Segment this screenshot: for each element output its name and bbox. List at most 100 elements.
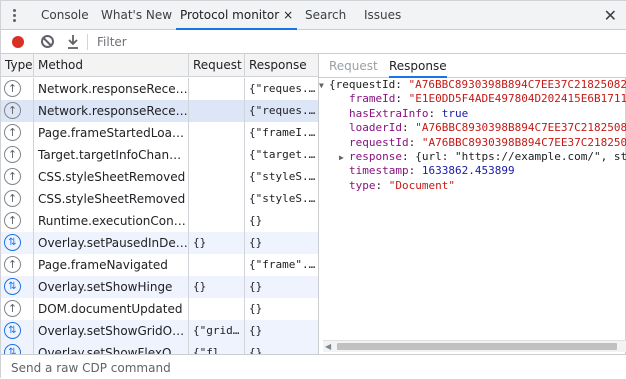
table-row[interactable]: CSS.styleSheetRemoved {"styleS... bbox=[1, 188, 318, 210]
protocol-toolbar bbox=[1, 30, 626, 54]
request-cell: {} bbox=[189, 232, 245, 254]
property-key: response bbox=[349, 149, 402, 163]
response-cell: {"frame"... bbox=[249, 258, 318, 271]
table-row[interactable]: Page.frameStartedLoading {"frameI... bbox=[1, 122, 318, 144]
request-cell bbox=[189, 210, 245, 232]
tab-search[interactable]: Search bbox=[305, 1, 346, 30]
table-row[interactable]: Overlay.setPausedInDebu...{}{} bbox=[1, 232, 318, 254]
tab-label: Search bbox=[305, 8, 347, 22]
expand-triangle-icon[interactable]: ▼ bbox=[319, 79, 329, 93]
table-row[interactable]: Runtime.executionContext... {} bbox=[1, 210, 318, 232]
response-cell: {} bbox=[249, 346, 263, 354]
incoming-arrow-icon bbox=[4, 124, 21, 141]
tab-whats-new[interactable]: What's New bbox=[101, 1, 172, 30]
type-cell bbox=[1, 166, 34, 188]
type-cell bbox=[1, 342, 34, 354]
table-row[interactable]: Target.targetInfoChanged {"target... bbox=[1, 144, 318, 166]
clear-icon[interactable] bbox=[41, 35, 54, 48]
tree-root[interactable]: ▼ {requestId: "A76BBC8930398B894C7EE37C21… bbox=[319, 78, 626, 92]
request-cell bbox=[189, 298, 245, 320]
devtools-window: Console What's New Protocol monitor × Sea… bbox=[0, 0, 626, 379]
type-cell bbox=[1, 210, 34, 232]
method-cell: Runtime.executionContext... bbox=[34, 210, 189, 232]
tree-property: timestamp: 1633862.453899 bbox=[319, 164, 626, 178]
response-cell: {} bbox=[249, 236, 263, 249]
tree-property: type: "Document" bbox=[319, 179, 626, 193]
method-cell: Overlay.setPausedInDebu... bbox=[34, 232, 189, 254]
method-cell: Network.responseReceive... bbox=[34, 78, 189, 100]
type-cell bbox=[1, 320, 34, 342]
table-row[interactable]: Network.responseReceive... {"reques... bbox=[1, 78, 318, 100]
tab-protocol-monitor[interactable]: Protocol monitor × bbox=[176, 1, 298, 30]
tree-property: loaderId: "A76BBC8930398B894C7EE37C21825… bbox=[319, 121, 626, 135]
incoming-arrow-icon bbox=[4, 212, 21, 229]
property-key: frameId bbox=[349, 92, 396, 106]
property-value: true bbox=[441, 106, 469, 120]
table-row[interactable]: Overlay.setShowGridOverl...{"grid... {} bbox=[1, 320, 318, 342]
tree-property[interactable]: ▶ response: {url: "https://example.com/",… bbox=[319, 150, 626, 164]
incoming-arrow-icon bbox=[4, 256, 21, 273]
detail-tabs: Request Response bbox=[319, 54, 626, 78]
scroll-left-icon[interactable]: ◀ bbox=[325, 342, 331, 351]
method-cell: Overlay.setShowHinge bbox=[34, 276, 189, 298]
request-cell bbox=[189, 100, 245, 122]
method-cell: DOM.documentUpdated bbox=[34, 298, 189, 320]
tree-property: frameId: "E1E0DD5F4ADE497804D202415E6B17… bbox=[319, 92, 626, 106]
property-colon: : bbox=[408, 164, 422, 178]
tab-label: Console bbox=[41, 8, 89, 22]
property-colon: : bbox=[375, 178, 389, 192]
protocol-table: Type Method Request Response Network.res… bbox=[1, 54, 318, 354]
filter-input[interactable] bbox=[95, 33, 295, 51]
incoming-arrow-icon bbox=[4, 80, 21, 97]
response-cell: {} bbox=[249, 214, 263, 227]
table-row[interactable]: Overlay.setShowHinge{}{} bbox=[1, 276, 318, 298]
more-options-icon[interactable] bbox=[1, 1, 27, 30]
table-row[interactable]: DOM.documentUpdated {} bbox=[1, 298, 318, 320]
tab-close-icon[interactable]: × bbox=[283, 8, 293, 22]
request-cell bbox=[189, 122, 245, 144]
property-value: 1633862.453899 bbox=[421, 164, 515, 178]
column-header-method[interactable]: Method bbox=[34, 54, 189, 77]
bidirectional-arrow-icon bbox=[4, 234, 21, 251]
type-cell bbox=[1, 122, 34, 144]
request-cell bbox=[189, 188, 245, 210]
column-header-request[interactable]: Request bbox=[189, 54, 245, 77]
method-cell: Overlay.setShowFlexOverl... bbox=[34, 342, 189, 354]
record-button[interactable] bbox=[12, 36, 24, 48]
method-cell: CSS.styleSheetRemoved bbox=[34, 188, 189, 210]
tab-console[interactable]: Console bbox=[41, 1, 89, 30]
request-cell: {} bbox=[189, 276, 245, 298]
table-row[interactable]: Page.frameNavigated {"frame"... bbox=[1, 254, 318, 276]
expand-triangle-icon[interactable]: ▶ bbox=[339, 151, 349, 165]
scrollbar-thumb[interactable] bbox=[337, 343, 617, 350]
column-header-response[interactable]: Response bbox=[245, 54, 318, 77]
drawer-tab-bar: Console What's New Protocol monitor × Sea… bbox=[1, 1, 626, 30]
tab-issues[interactable]: Issues bbox=[364, 1, 401, 30]
table-row[interactable]: CSS.styleSheetRemoved {"styleS... bbox=[1, 166, 318, 188]
property-value: "A76BBC8930398B894C7EE37C21825082" bbox=[415, 121, 626, 135]
response-cell: {"frameI... bbox=[249, 126, 318, 139]
request-cell: {"grid... bbox=[189, 320, 245, 342]
property-key: type bbox=[349, 178, 376, 192]
response-cell: {"target... bbox=[249, 148, 318, 161]
column-header-type[interactable]: Type bbox=[1, 54, 34, 77]
property-value: "A76BBC8930398B894C7EE37C21825082" bbox=[421, 135, 626, 149]
tab-request[interactable]: Request bbox=[329, 54, 378, 78]
horizontal-scrollbar[interactable]: ◀ bbox=[323, 340, 626, 352]
request-cell bbox=[189, 166, 245, 188]
cdp-command-input[interactable] bbox=[9, 359, 609, 376]
property-colon: : bbox=[408, 135, 422, 149]
table-row[interactable]: Network.responseReceived {"reques... bbox=[1, 100, 318, 122]
type-cell bbox=[1, 298, 34, 320]
response-cell: {} bbox=[249, 280, 263, 293]
tab-label: Protocol monitor bbox=[180, 8, 280, 22]
bidirectional-arrow-icon bbox=[4, 278, 21, 295]
close-drawer-icon[interactable]: ✕ bbox=[604, 1, 617, 30]
request-cell bbox=[189, 78, 245, 100]
type-cell bbox=[1, 254, 34, 276]
download-icon[interactable] bbox=[66, 34, 80, 50]
bidirectional-arrow-icon bbox=[4, 344, 21, 354]
tab-response[interactable]: Response bbox=[389, 54, 447, 78]
property-key: hasExtraInfo bbox=[349, 106, 429, 120]
table-row[interactable]: Overlay.setShowFlexOverl...{"fl... {} bbox=[1, 342, 318, 354]
